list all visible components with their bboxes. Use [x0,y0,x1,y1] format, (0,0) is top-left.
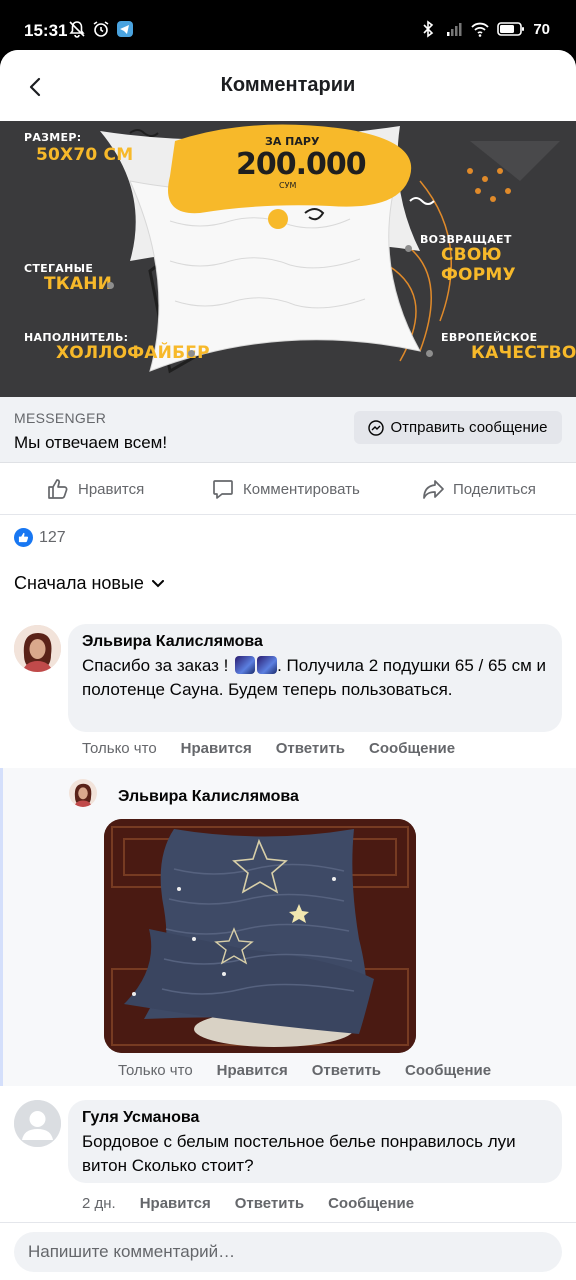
share-label: Поделиться [453,480,536,498]
chevron-down-icon [151,579,164,587]
galaxy-emoji [257,656,278,674]
avatar[interactable] [14,625,61,672]
status-left-icons [68,20,134,38]
ad-bullet [405,245,412,252]
comment-icon [213,480,233,499]
default-user-icon [14,1100,61,1147]
ad-bullet [188,350,195,357]
header: Комментарии [0,50,576,120]
comment-message-button[interactable]: Сообщение [405,1062,491,1079]
ad-bullet [426,350,433,357]
ad-feature4-big: КАЧЕСТВО [471,343,576,363]
avatar[interactable] [69,779,97,807]
comment-label: Комментировать [243,480,360,498]
messenger-label: MESSENGER [14,410,107,426]
reactions-summary[interactable]: 127 [14,528,66,547]
messenger-headline: Мы отвечаем всем! [14,433,168,452]
comments-sheet: Комментарии РАЗМЕР: 50Х70 СМ ЗА ПАРУ 200… [0,50,576,1280]
comment-like-button[interactable]: Нравится [181,740,252,757]
comment-photo[interactable] [104,819,416,1053]
comment-time: 2 дн. [82,1195,116,1212]
share-button[interactable]: Поделиться [421,477,536,501]
comment-text-start: Спасибо за заказ ! [82,656,234,675]
comment-time: Только что [118,1062,193,1079]
comment-text: Спасибо за заказ ! . Получила 2 подушки … [82,654,548,702]
user-photo [14,625,61,672]
like-label: Нравится [78,480,145,498]
comment-bubble: Эльвира Калислямова Спасибо за заказ ! .… [68,624,562,732]
page-title: Комментарии [220,74,356,96]
sort-label: Сначала новые [14,573,144,593]
comment-meta: Только что Нравится Ответить Сообщение [82,740,455,757]
ad-feature3-big: СВОЮ ФОРМУ [441,245,516,285]
ad-price-value: 200.000 [236,147,367,182]
avatar[interactable] [14,1100,61,1147]
reactions-count: 127 [39,528,66,546]
comment-author[interactable]: Эльвира Калислямова [82,633,548,651]
comment-reply-button[interactable]: Ответить [312,1062,381,1079]
comment-sort-dropdown[interactable]: Сначала новые [14,573,164,594]
comment-author[interactable]: Гуля Усманова [82,1109,548,1127]
bluetooth-icon [423,20,434,38]
galaxy-emoji [235,656,256,674]
share-icon [423,480,444,499]
comment-reply-button[interactable]: Ответить [235,1195,304,1212]
comment-meta: 2 дн. Нравится Ответить Сообщение [82,1195,414,1212]
ad-size-value: 50Х70 СМ [36,145,134,165]
ad-bullet [107,282,114,289]
alarm-icon [93,21,109,37]
send-message-button[interactable]: Отправить сообщение [354,411,562,444]
comment-bubble: Гуля Усманова Бордовое с белым постельно… [68,1100,562,1183]
status-time: 15:31 [24,21,68,40]
comment-meta: Только что Нравится Ответить Сообщение [118,1062,491,1079]
user-photo [69,779,97,807]
like-button[interactable]: Нравится [46,477,144,501]
send-message-label: Отправить сообщение [390,419,548,436]
battery-icon [497,22,525,36]
wifi-icon [471,22,489,37]
comment-text: Бордовое с белым постельное белье понрав… [82,1132,516,1175]
ad-feature2-big: ХОЛЛОФАЙБЕР [56,343,210,363]
comment-like-button[interactable]: Нравится [140,1195,211,1212]
like-reaction-icon [14,528,33,547]
comment-like-button[interactable]: Нравится [217,1062,288,1079]
comment-reply-button[interactable]: Ответить [276,740,345,757]
comment-button[interactable]: Комментировать [211,477,360,501]
ad-size-label: РАЗМЕР: [24,131,82,144]
comment-message-button[interactable]: Сообщение [369,740,455,757]
ad-price-currency: СУМ [279,181,297,190]
pillow-photo [104,819,416,1053]
comment-message-button[interactable]: Сообщение [328,1195,414,1212]
battery-percent: 70 [533,20,550,38]
comment-input[interactable]: Напишите комментарий… [14,1232,562,1272]
ad-banner[interactable]: РАЗМЕР: 50Х70 СМ ЗА ПАРУ 200.000 СУМ СТЕ… [0,121,576,397]
messenger-cta: MESSENGER Мы отвечаем всем! Отправить со… [0,397,576,463]
ad-feature1-big: ТКАНИ [44,274,113,294]
comment-composer: Напишите комментарий… [0,1222,576,1280]
status-right-icons: 70 [419,20,550,38]
signal-icon [447,23,462,36]
notifications-off-icon [69,21,85,38]
post-actions: Нравится Комментировать Поделиться [0,463,576,515]
telegram-icon [117,21,133,37]
comment-author[interactable]: Эльвира Калислямова [118,788,299,806]
comment-time: Только что [82,740,157,757]
thumbs-up-icon [48,479,68,499]
messenger-icon [368,419,385,436]
